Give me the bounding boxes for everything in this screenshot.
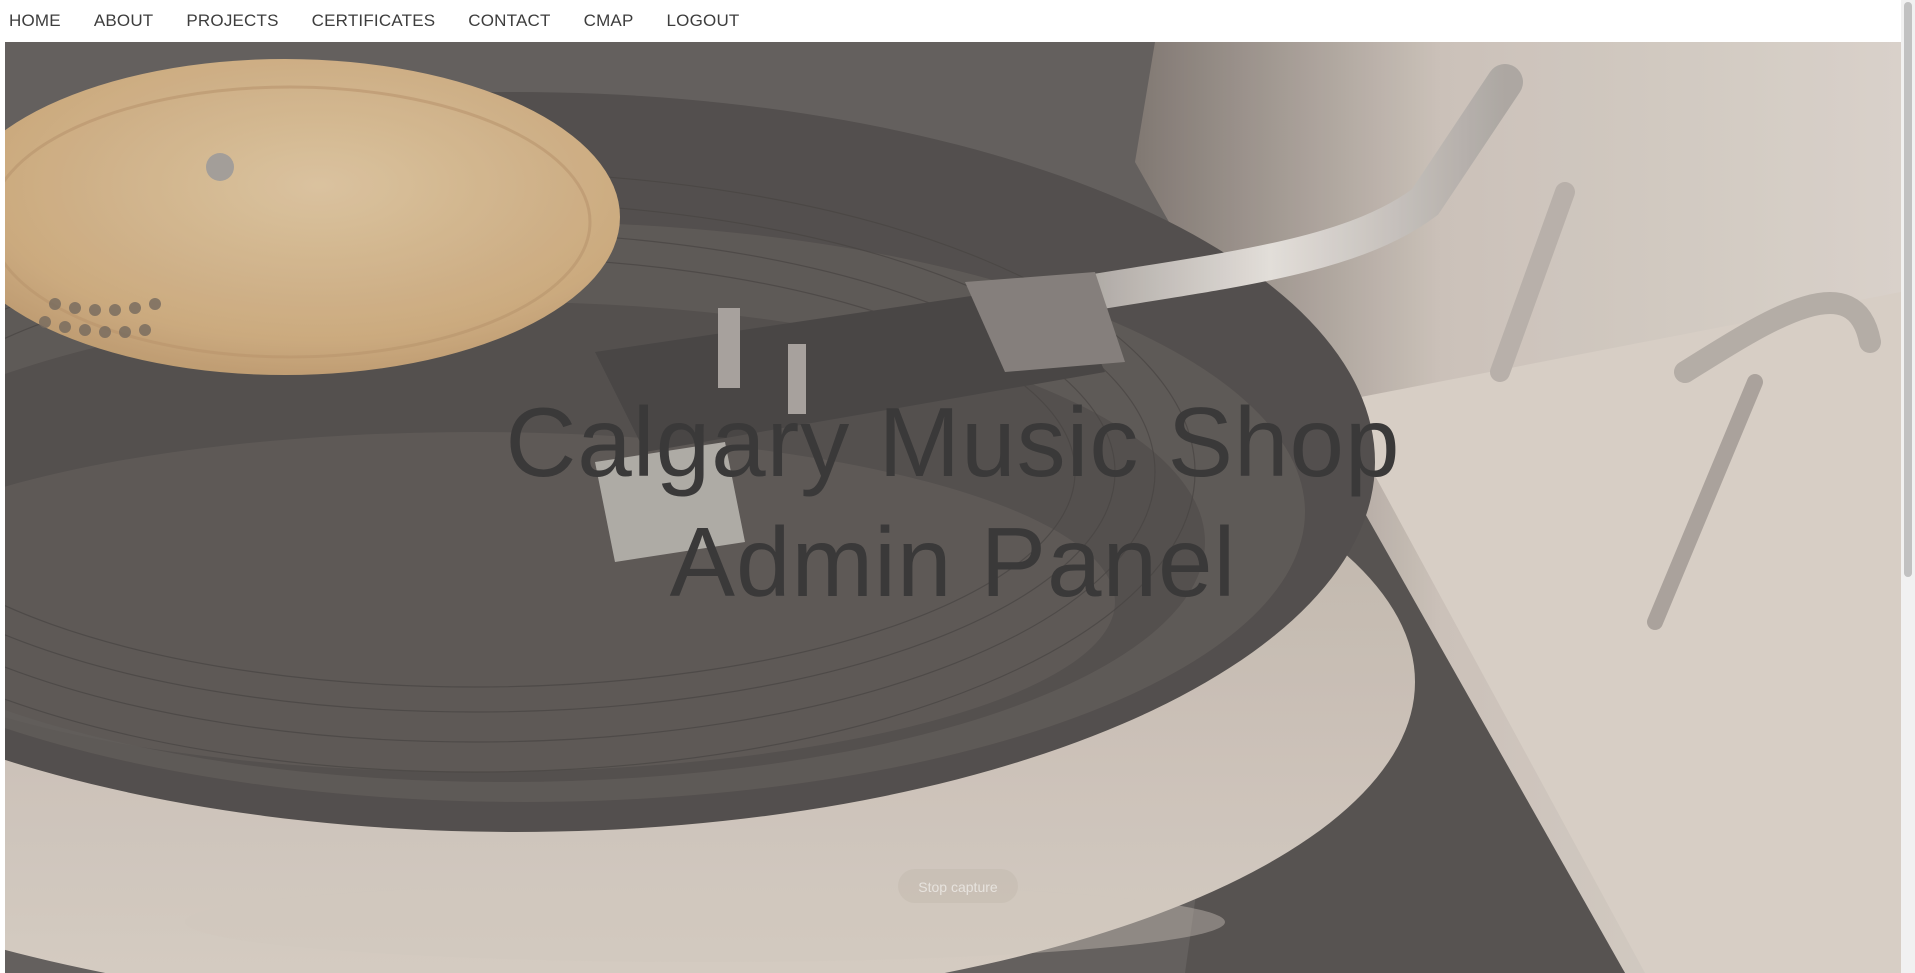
title-line-2: Admin Panel — [669, 507, 1237, 617]
nav-contact-link[interactable]: CONTACT — [468, 11, 550, 31]
nav-about-link[interactable]: ABOUT — [94, 11, 154, 31]
page-scrollbar[interactable] — [1901, 0, 1915, 973]
scrollbar-thumb[interactable] — [1904, 2, 1912, 577]
nav-projects-link[interactable]: PROJECTS — [186, 11, 278, 31]
nav-cmap-link[interactable]: CMAP — [584, 11, 634, 31]
page-title: Calgary Music Shop Admin Panel — [5, 382, 1901, 622]
nav-logout-link[interactable]: LOGOUT — [667, 11, 740, 31]
nav-certificates-link[interactable]: CERTIFICATES — [312, 11, 436, 31]
hero-banner: Calgary Music Shop Admin Panel Stop capt… — [5, 42, 1901, 973]
top-navigation: HOME ABOUT PROJECTS CERTIFICATES CONTACT… — [0, 0, 1905, 42]
nav-home-link[interactable]: HOME — [9, 11, 61, 31]
title-line-1: Calgary Music Shop — [505, 387, 1401, 497]
stop-capture-button[interactable]: Stop capture — [898, 869, 1018, 903]
